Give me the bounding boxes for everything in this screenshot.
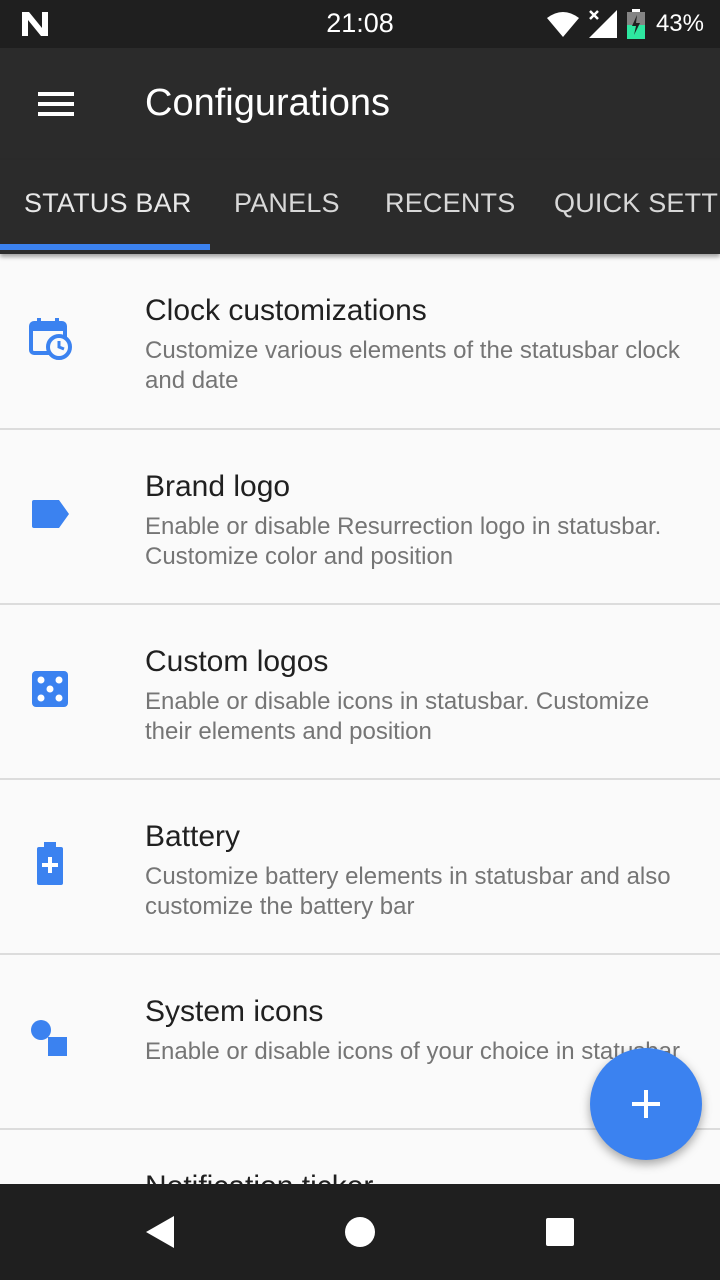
back-icon (146, 1216, 174, 1248)
label-tag-icon (32, 500, 69, 528)
recents-button[interactable] (536, 1208, 584, 1256)
battery-plus-icon (37, 842, 63, 885)
add-fab-button[interactable] (590, 1048, 702, 1160)
app-bar: Configurations (0, 48, 720, 160)
item-subtitle: Enable or disable icons in statusbar. Cu… (145, 688, 650, 745)
battery-icon (626, 9, 645, 39)
battery-percent: 43% (655, 10, 704, 37)
tab-status-bar[interactable]: STATUS BAR (24, 188, 192, 219)
item-title: Notification ticker (145, 1170, 373, 1184)
item-title: Custom logos (145, 645, 329, 678)
item-subtitle: Customize various elements of the status… (145, 337, 680, 394)
tab-panels[interactable]: PANELS (234, 188, 340, 219)
tab-quick-settings[interactable]: QUICK SETTI (554, 188, 720, 219)
list-item-battery[interactable]: Battery Customize battery elements in st… (0, 780, 720, 955)
hamburger-menu-icon (38, 92, 74, 116)
item-title: Battery (145, 820, 241, 853)
wifi-icon (546, 12, 579, 37)
item-subtitle: Enable or disable Resurrection logo in s… (145, 513, 662, 570)
list-item-brand-logo[interactable]: Brand logo Enable or disable Resurrectio… (0, 430, 720, 605)
home-icon (345, 1217, 375, 1247)
plus-icon (632, 1090, 660, 1118)
navigation-bar (0, 1184, 720, 1280)
item-subtitle: Customize battery elements in statusbar … (145, 863, 671, 920)
home-button[interactable] (336, 1208, 384, 1256)
item-title: System icons (145, 995, 324, 1028)
status-bar: 21:08 43% (0, 0, 720, 48)
status-icons: 43% (546, 8, 704, 40)
item-title: Brand logo (145, 470, 291, 503)
tab-recents[interactable]: RECENTS (385, 188, 515, 219)
page-title: Configurations (145, 82, 391, 124)
list-item-clock-customizations[interactable]: Clock customizations Customize various e… (0, 254, 720, 430)
settings-list[interactable]: Clock customizations Customize various e… (0, 254, 720, 1184)
recents-icon (546, 1218, 574, 1246)
back-button[interactable] (136, 1208, 184, 1256)
shapes-icon (31, 1020, 67, 1056)
calendar-clock-icon (29, 318, 72, 360)
dice-icon (32, 671, 68, 707)
active-tab-indicator (0, 244, 210, 250)
item-title: Clock customizations (145, 294, 427, 327)
signal-icon (588, 10, 617, 38)
tab-bar: STATUS BAR PANELS RECENTS QUICK SETTI (0, 160, 720, 254)
list-item-custom-logos[interactable]: Custom logos Enable or disable icons in … (0, 605, 720, 780)
hamburger-menu-button[interactable] (24, 82, 88, 126)
